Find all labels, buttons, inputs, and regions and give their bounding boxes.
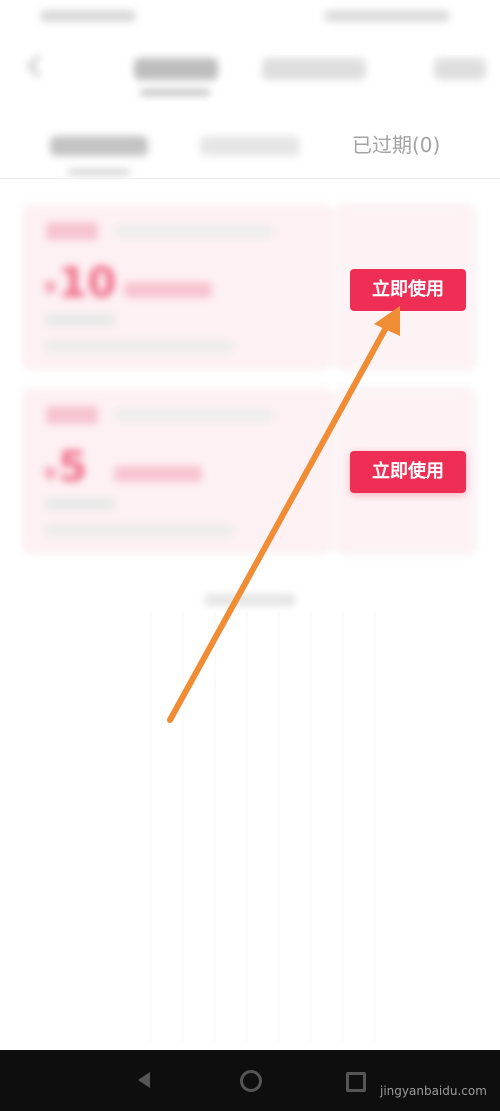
coupon-scope <box>44 498 116 510</box>
currency-symbol: ¥ <box>44 464 57 485</box>
no-more-text <box>204 594 296 606</box>
coupon-description <box>114 225 274 237</box>
status-left-info <box>40 10 136 22</box>
tab-coupons[interactable] <box>134 52 218 95</box>
nav-recent-icon[interactable] <box>342 1068 366 1092</box>
tab-other[interactable] <box>434 52 486 86</box>
coupon-tag <box>46 406 98 424</box>
filter-tab-unused[interactable] <box>50 130 148 174</box>
coupon-condition <box>124 282 212 298</box>
tab-redpacket[interactable] <box>262 52 366 86</box>
filter-tab-expired[interactable]: 已过期(0) <box>352 128 462 162</box>
active-tab-indicator <box>140 90 210 95</box>
coupon-tag <box>46 222 98 240</box>
background-area <box>120 612 380 1042</box>
coupon-validity <box>44 524 234 536</box>
nav-back-icon[interactable] <box>132 1068 156 1092</box>
coupon-amount: 10 <box>58 258 117 307</box>
status-bar <box>0 0 500 34</box>
back-arrow-icon <box>26 54 50 78</box>
system-nav-bar <box>0 1050 500 1111</box>
coupon-info-panel: ¥ 10 <box>22 204 332 370</box>
use-now-button[interactable]: 立即使用 <box>350 269 466 311</box>
watermark: jingyanbaidu.com <box>380 1084 487 1098</box>
coupon-condition <box>114 466 202 482</box>
coupon-divider <box>333 396 335 546</box>
nav-home-icon[interactable] <box>238 1068 262 1092</box>
coupon-divider <box>333 212 335 362</box>
coupon-validity <box>44 340 234 352</box>
coupon-amount: 5 <box>58 442 88 491</box>
tab-divider <box>0 178 500 179</box>
back-button[interactable] <box>18 50 52 84</box>
coupon-info-panel: ¥ 5 <box>22 388 332 554</box>
currency-symbol: ¥ <box>44 278 57 299</box>
coupon-scope <box>44 314 116 326</box>
use-now-button[interactable]: 立即使用 <box>350 451 466 493</box>
status-right-info <box>324 10 450 22</box>
filter-tab-used[interactable] <box>200 130 300 164</box>
coupon-description <box>114 409 274 421</box>
active-filter-indicator <box>68 170 130 174</box>
